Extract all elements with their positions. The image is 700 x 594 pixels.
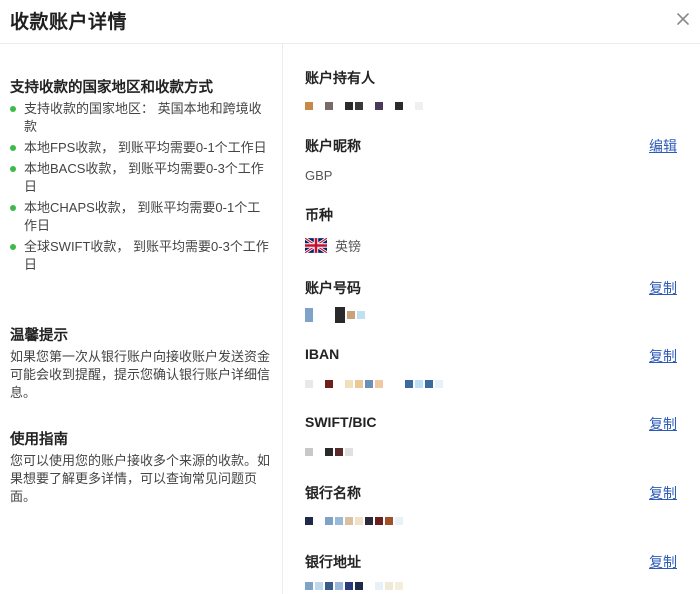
- list-item: 本地FPS收款， 到账平均需要0-1个工作日: [10, 139, 272, 157]
- field-bank-name: 银行名称 复制: [305, 483, 677, 527]
- dialog-title: 收款账户详情: [10, 12, 128, 33]
- tips-text: 如果您第一次从银行账户向接收账户发送资金可能会收到提醒，提示您确认银行账户详细信…: [10, 349, 271, 400]
- field-label: 账户昵称: [305, 138, 361, 154]
- tips-section-title: 温馨提示: [10, 328, 68, 344]
- list-item: 支持收款的国家地区： 英国本地和跨境收款: [10, 100, 272, 136]
- list-item-text: 支持收款的国家地区： 英国本地和跨境收款: [24, 101, 262, 134]
- copy-bank-name-button[interactable]: 复制: [649, 483, 677, 503]
- list-item-text: 本地FPS收款， 到账平均需要0-1个工作日: [24, 140, 267, 155]
- redacted-value: [305, 304, 677, 326]
- field-label: 银行名称: [305, 485, 361, 501]
- nickname-value: GBP: [305, 168, 333, 183]
- field-iban: IBAN 复制: [305, 346, 677, 390]
- list-item: 本地BACS收款， 到账平均需要0-3个工作日: [10, 160, 272, 196]
- list-item-text: 本地BACS收款， 到账平均需要0-3个工作日: [24, 161, 264, 194]
- bullet-dot-icon: [10, 166, 16, 172]
- close-icon[interactable]: [674, 10, 692, 28]
- copy-account-number-button[interactable]: 复制: [649, 278, 677, 298]
- list-item: 全球SWIFT收款， 到账平均需要0-3个工作日: [10, 238, 272, 274]
- field-account-number: 账户号码 复制: [305, 278, 677, 326]
- support-list: 支持收款的国家地区： 英国本地和跨境收款 本地FPS收款， 到账平均需要0-1个…: [10, 100, 272, 277]
- edit-button[interactable]: 编辑: [649, 136, 677, 156]
- field-label: SWIFT/BIC: [305, 414, 377, 430]
- field-account-nickname: 账户昵称 编辑 GBP: [305, 136, 677, 184]
- redacted-value: [305, 378, 677, 390]
- bullet-dot-icon: [10, 244, 16, 250]
- copy-bank-address-button[interactable]: 复制: [649, 552, 677, 572]
- info-panel: 支持收款的国家地区和收款方式 支持收款的国家地区： 英国本地和跨境收款 本地FP…: [0, 44, 283, 594]
- bullet-dot-icon: [10, 106, 16, 112]
- account-fields-panel: 账户持有人 账户昵称 编辑 GBP 币种 英镑 账户号码 复制 IBAN 复制 …: [283, 44, 700, 594]
- copy-iban-button[interactable]: 复制: [649, 346, 677, 366]
- copy-swift-button[interactable]: 复制: [649, 414, 677, 434]
- list-item-text: 全球SWIFT收款， 到账平均需要0-3个工作日: [24, 239, 269, 272]
- field-label: 账户持有人: [305, 70, 375, 86]
- field-label: 币种: [305, 207, 333, 223]
- guide-text: 您可以使用您的账户接收多个来源的收款。如果想要了解更多详情，可以查询常见问题页面…: [10, 453, 271, 504]
- redacted-value: [305, 515, 677, 527]
- field-label: 银行地址: [305, 554, 361, 570]
- field-swift: SWIFT/BIC 复制: [305, 414, 677, 458]
- uk-flag-icon: [305, 237, 327, 253]
- list-item: 本地CHAPS收款， 到账平均需要0-1个工作日: [10, 199, 272, 235]
- list-item-text: 本地CHAPS收款， 到账平均需要0-1个工作日: [24, 200, 261, 233]
- redacted-value: [305, 446, 677, 458]
- redacted-value: [305, 100, 677, 112]
- field-label: IBAN: [305, 346, 340, 362]
- currency-name: 英镑: [335, 238, 362, 254]
- bullet-dot-icon: [10, 205, 16, 211]
- field-currency: 币种 英镑: [305, 205, 677, 254]
- currency-value: 英镑: [305, 237, 677, 254]
- redacted-value: [305, 580, 677, 592]
- field-label: 账户号码: [305, 280, 361, 296]
- bullet-dot-icon: [10, 145, 16, 151]
- account-details-dialog: 收款账户详情 支持收款的国家地区和收款方式 支持收款的国家地区： 英国本地和跨境…: [0, 0, 700, 594]
- support-section-title: 支持收款的国家地区和收款方式: [10, 80, 213, 96]
- field-bank-address: 银行地址 复制: [305, 552, 677, 592]
- dialog-header: 收款账户详情: [0, 0, 700, 44]
- field-account-holder: 账户持有人: [305, 68, 677, 112]
- guide-section-title: 使用指南: [10, 432, 68, 448]
